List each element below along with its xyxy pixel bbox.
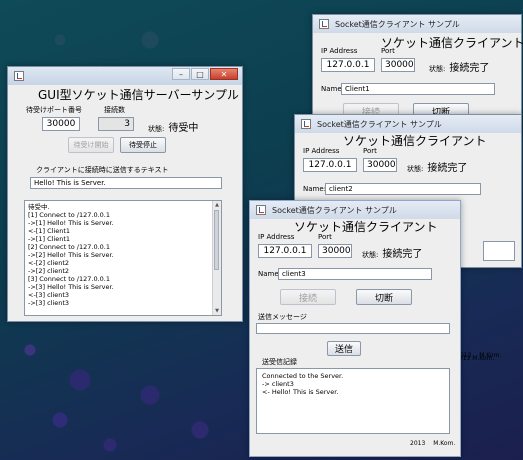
client3-titlebar[interactable]: Socket通信クライアント サンプル <box>250 201 460 219</box>
client3-ip-label: IP Address <box>258 233 295 241</box>
scroll-down-icon[interactable]: ▼ <box>213 307 221 315</box>
log-line: ->[2] Hello! This is Server. <box>28 251 114 259</box>
log-line: Connected to the Server. <box>262 372 344 380</box>
client2-footer-author-visible: M.Kom. <box>479 352 502 359</box>
server-port-field[interactable]: 30000 <box>42 117 80 131</box>
client2-port-field[interactable]: 30000 <box>363 158 397 172</box>
log-line: ->[3] client3 <box>28 299 70 307</box>
server-status: 状態: 待受中 <box>148 119 198 134</box>
java-app-icon <box>319 19 329 29</box>
java-app-icon <box>256 205 266 215</box>
server-conn-count-label: 接続数 <box>104 106 125 114</box>
close-button[interactable]: ✕ <box>210 68 238 80</box>
log-line: ->[1] Client1 <box>28 235 71 243</box>
scroll-up-icon[interactable]: ▲ <box>213 201 221 209</box>
client3-status-value: 接続完了 <box>382 249 423 260</box>
client2-status-value: 接続完了 <box>427 163 468 174</box>
client2-ip-field[interactable]: 127.0.0.1 <box>303 158 357 172</box>
client3-history-log: Connected to the Server. -> client3 <- Hel… <box>256 368 450 434</box>
client3-name-field[interactable]: client3 <box>278 268 432 280</box>
server-conn-count-field: 3 <box>98 117 134 131</box>
minimize-button[interactable]: – <box>172 68 190 80</box>
server-port-label: 待受けポート番号 <box>26 106 82 114</box>
client2-port-label: Port <box>363 147 377 155</box>
server-log-lines: 待受中. [1] Connect to /127.0.0.1 ->[1] Hello… <box>28 203 218 307</box>
client3-send-button[interactable]: 送信 <box>327 341 361 356</box>
client3-footer-year: 2013 <box>410 440 426 447</box>
client3-history-label: 送受信記録 <box>262 358 297 366</box>
server-send-text-field[interactable]: Hello! This is Server. <box>30 177 222 189</box>
client3-connect-button[interactable]: 接続 <box>280 289 336 305</box>
java-app-icon <box>14 71 24 81</box>
log-line: ->[2] client2 <box>28 267 70 275</box>
log-line: <- Hello! This is Server. <box>262 388 339 396</box>
client3-heading: ソケット通信クライアント <box>294 220 438 234</box>
log-line: <-[1] Client1 <box>28 227 71 235</box>
server-start-button[interactable]: 待受け開始 <box>68 137 114 153</box>
log-line: -> client3 <box>262 380 294 388</box>
log-line: <-[3] client3 <box>28 291 70 299</box>
client3-port-field[interactable]: 30000 <box>318 244 352 258</box>
client2-history-log <box>483 241 515 261</box>
maximize-button[interactable]: □ <box>191 68 209 80</box>
server-log: 待受中. [1] Connect to /127.0.0.1 ->[1] Hello… <box>24 200 222 316</box>
log-line: ->[1] Hello! This is Server. <box>28 219 114 227</box>
log-line: 待受中. <box>28 203 50 211</box>
log-line: [1] Connect to /127.0.0.1 <box>28 211 111 219</box>
client3-port-label: Port <box>318 233 332 241</box>
client2-title: Socket通信クライアント サンプル <box>317 119 442 129</box>
client2-name-label: Name: <box>303 185 327 193</box>
client3-footer-author: M.Kom. <box>433 440 456 447</box>
client1-heading: ソケット通信クライアント <box>381 36 523 50</box>
scroll-thumb[interactable] <box>214 210 219 270</box>
client3-status: 状態: 接続完了 <box>362 245 422 260</box>
server-window: – □ ✕ GUI型ソケット通信サーバーサンプル 待受けポート番号 接続数 30… <box>7 66 243 322</box>
client1-name-field[interactable]: Client1 <box>341 83 495 95</box>
server-status-label: 状態: <box>148 125 165 133</box>
client2-name-field[interactable]: client2 <box>325 183 481 195</box>
client3-history-lines: Connected to the Server. -> client3 <- Hel… <box>262 372 444 396</box>
client3-message-field[interactable] <box>256 323 450 334</box>
client1-title: Socket通信クライアント サンプル <box>335 19 460 29</box>
client2-status: 状態: 接続完了 <box>407 159 467 174</box>
client2-status-label: 状態: <box>407 165 424 173</box>
client3-footer: 2013 M.Kom. <box>410 440 455 447</box>
client1-ip-label: IP Address <box>321 47 358 55</box>
server-status-value: 待受中 <box>168 123 199 134</box>
server-titlebar[interactable]: – □ ✕ <box>8 67 242 85</box>
server-stop-button[interactable]: 待受停止 <box>120 137 166 153</box>
client2-footer-visible: 2013 M.Kom. <box>456 352 501 359</box>
client1-port-field[interactable]: 30000 <box>381 58 415 72</box>
client2-titlebar[interactable]: Socket通信クライアント サンプル <box>295 115 521 133</box>
log-line: ->[3] Hello! This is Server. <box>28 283 114 291</box>
client3-message-label: 送信メッセージ <box>258 313 307 321</box>
client2-ip-label: IP Address <box>303 147 340 155</box>
java-app-icon <box>301 119 311 129</box>
server-heading: GUI型ソケット通信サーバーサンプル <box>38 88 239 102</box>
client3-ip-field[interactable]: 127.0.0.1 <box>258 244 312 258</box>
client3-status-label: 状態: <box>362 251 379 259</box>
client1-titlebar[interactable]: Socket通信クライアント サンプル <box>313 15 521 33</box>
client1-port-label: Port <box>381 47 395 55</box>
client1-ip-field[interactable]: 127.0.0.1 <box>321 58 375 72</box>
log-line: <-[2] client2 <box>28 259 70 267</box>
log-line: [2] Connect to /127.0.0.1 <box>28 243 111 251</box>
client3-window: Socket通信クライアント サンプル ソケット通信クライアント IP Addr… <box>249 200 461 457</box>
client3-disconnect-button[interactable]: 切断 <box>356 289 412 305</box>
server-send-text-label: クライアントに接続時に送信するテキスト <box>36 166 169 174</box>
server-log-scrollbar[interactable]: ▲ ▼ <box>212 201 221 315</box>
log-line: [3] Connect to /127.0.0.1 <box>28 275 111 283</box>
client1-status-label: 状態: <box>429 65 446 73</box>
client3-title: Socket通信クライアント サンプル <box>272 205 397 215</box>
client1-status: 状態: 接続完了 <box>429 59 489 74</box>
client1-status-value: 接続完了 <box>449 63 490 74</box>
